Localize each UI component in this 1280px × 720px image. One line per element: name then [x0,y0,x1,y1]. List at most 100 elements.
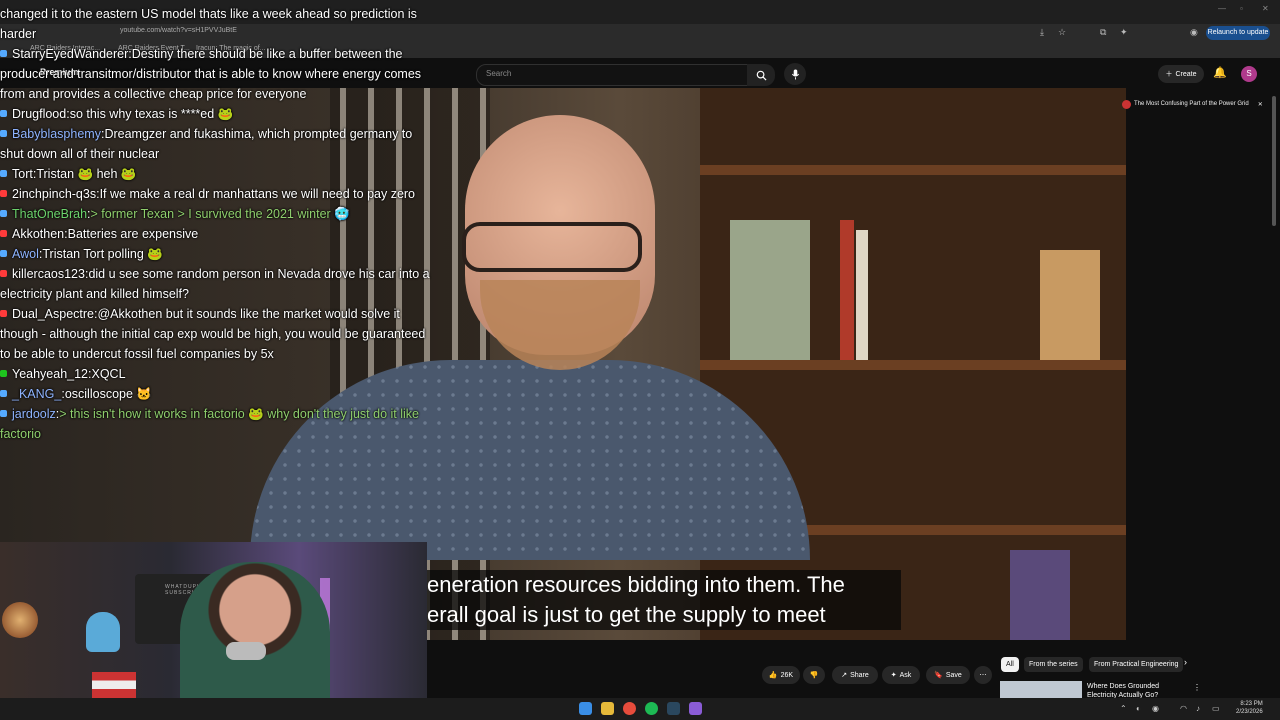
chip-all[interactable]: All [1001,657,1019,672]
chat-badge-icon [0,210,7,217]
account-avatar[interactable]: S [1241,66,1257,82]
file-explorer-icon[interactable] [601,702,614,715]
share-label: Share [850,671,869,679]
chat-text: Tristan Tort polling 🐸 [42,247,163,261]
tray-icon[interactable]: ◐ [1136,704,1141,713]
search-icon [756,70,767,81]
chevron-right-icon[interactable]: › [1184,657,1187,667]
notifications-bell-icon[interactable]: 🔔 [1213,66,1227,79]
more-horizontal-icon: ⋯ [979,672,987,679]
share-button[interactable]: ↗ Share [832,666,878,684]
chat-username[interactable]: 2inchpinch-q3s [12,187,96,201]
windows-taskbar [0,698,1280,720]
maximize-icon[interactable]: ▫ [1240,4,1243,13]
chrome-icon[interactable] [623,702,636,715]
chat-badge-icon [0,390,7,397]
search-input[interactable]: Search [476,64,748,86]
bookmark-star-icon[interactable]: ☆ [1058,27,1066,38]
bookmark-icon: 🔖 [934,672,943,679]
relaunch-update-button[interactable]: Relaunch to update [1206,26,1270,40]
minimize-icon[interactable]: — [1218,4,1226,13]
ask-button[interactable]: ✦ Ask [882,666,920,684]
like-button[interactable]: 👍 26K [762,666,800,684]
chat-username[interactable]: StarryEyedWanderer [12,47,128,61]
lamp [2,602,38,638]
chat-username[interactable]: Dual_Aspectre [12,307,94,321]
chat-text: If we make a real dr manhattans we will … [99,187,416,201]
page-scrollbar[interactable] [1272,96,1276,226]
presenter-glasses [462,222,642,272]
start-menu-icon[interactable] [579,702,592,715]
volume-icon[interactable]: ♪ [1196,704,1200,713]
chat-text: > this isn't how it works in factorio 🐸 … [0,407,419,441]
battery-icon[interactable]: ▭ [1212,704,1220,713]
book [1010,550,1070,640]
chat-badge-icon [0,370,7,377]
search-button[interactable] [747,64,775,86]
recommended-thumbnail[interactable] [1000,681,1082,699]
chat-username[interactable]: ThatOneBrah [12,207,87,221]
channel-avatar-icon [1122,99,1131,109]
chat-text: Tristan 🐸 heh 🐸 [36,167,137,181]
thumbs-down-icon: 👎 [809,672,819,679]
install-icon[interactable]: ⤓ [1040,27,1044,38]
plus-icon: ＋ [1165,71,1173,78]
chat-message: _KANG_:oscilloscope 🐱 [0,384,430,404]
like-count: 26K [780,671,794,679]
chat-text: > former Texan > I survived the 2021 win… [90,207,350,221]
more-vertical-icon[interactable]: ⋮ [1193,683,1201,692]
chat-message: Babyblasphemy:Dreamgzer and fukashima, w… [0,127,413,161]
chat-badge-icon [0,410,7,417]
sparkle-icon: ✦ [890,672,897,679]
chat-message: changed it to the eastern US model thats… [0,4,430,44]
more-actions-button[interactable]: ⋯ [974,666,992,684]
voice-search-button[interactable] [784,63,806,85]
chat-text: Batteries are expensive [67,227,199,241]
create-label: Create [1175,70,1197,78]
video-notification[interactable]: The Most Confusing Part of the Power Gri… [1122,97,1268,111]
chat-message: Tort:Tristan 🐸 heh 🐸 [0,164,430,184]
chat-overlay: changed it to the eastern US model thats… [0,4,430,444]
chat-username[interactable]: Tort [12,167,33,181]
steam-icon[interactable] [667,702,680,715]
close-window-icon[interactable]: ✕ [1262,4,1269,13]
caption-line: erall goal is just to get the supply to … [427,602,826,627]
dislike-button[interactable]: 👎 [803,666,825,684]
chat-message: Awol:Tristan Tort polling 🐸 [0,244,430,264]
puzzle-icon[interactable]: ✦ [1120,27,1128,38]
chat-username[interactable]: Awol [12,247,39,261]
chat-username[interactable]: Yeahyeah_12 [12,367,88,381]
tray-icon[interactable]: ◉ [1152,704,1159,713]
chat-text: oscilloscope 🐱 [64,387,152,401]
book-stack [92,672,136,698]
ask-label: Ask [899,671,912,679]
book [840,220,854,360]
streamer [180,562,330,720]
profile-icon[interactable]: ◉ [1190,27,1198,38]
taskbar-clock[interactable]: 8:23 PM 2/23/2026 [1236,700,1263,716]
chat-username[interactable]: Akkothen [12,227,64,241]
spotify-icon[interactable] [645,702,658,715]
save-label: Save [945,671,962,679]
tray-icon[interactable]: ⌃ [1120,704,1127,713]
chat-message: 2inchpinch-q3s:If we make a real dr manh… [0,184,430,204]
close-icon[interactable]: ✕ [1258,101,1263,108]
chat-message: jardoolz:> this isn't how it works in fa… [0,407,419,441]
chip-from-series[interactable]: From the series [1024,657,1083,672]
chat-username[interactable]: _KANG_ [12,387,61,401]
create-button[interactable]: ＋ Create [1158,65,1204,83]
figurine [86,612,120,652]
obs-icon[interactable] [689,702,702,715]
chat-username[interactable]: Babyblasphemy [12,127,101,141]
chat-username[interactable]: killercaos123 [12,267,85,281]
chat-text: XQCL [91,367,126,381]
chat-username[interactable]: jardoolz [12,407,56,421]
wifi-icon[interactable]: ◠ [1180,704,1187,713]
chat-username[interactable]: Drugflood [12,107,66,121]
clock-time: 8:23 PM [1240,701,1263,707]
extension-icon[interactable]: ⧉ [1100,27,1106,38]
share-icon: ↗ [841,672,848,679]
clock-date: 2/23/2026 [1236,709,1263,715]
save-button[interactable]: 🔖 Save [926,666,970,684]
chip-from-channel[interactable]: From Practical Engineering [1089,657,1184,672]
